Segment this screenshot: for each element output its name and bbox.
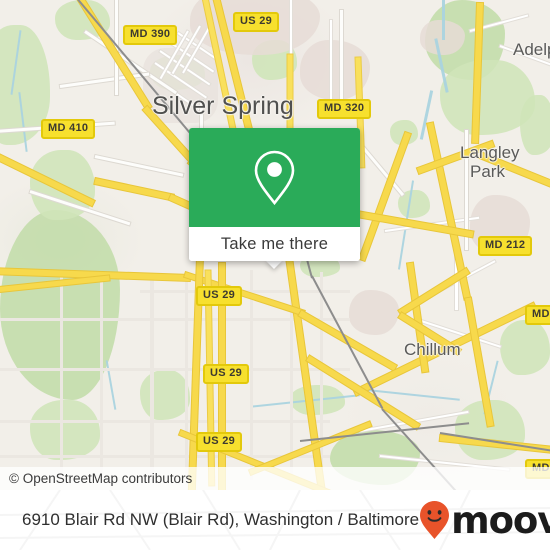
minor-road bbox=[100, 275, 103, 480]
route-shield: US 29 bbox=[233, 12, 280, 32]
route-shield: MD 212 bbox=[478, 236, 533, 256]
footer-content: 6910 Blair Rd NW (Blair Rd), Washington … bbox=[0, 490, 550, 550]
place-label: Langley bbox=[460, 143, 520, 162]
moovit-wordmark: moovit bbox=[451, 498, 550, 542]
route-shield: MD 320 bbox=[317, 99, 372, 119]
minor-road bbox=[0, 420, 330, 423]
park-area bbox=[140, 370, 190, 420]
take-me-there-button[interactable]: Take me there bbox=[189, 227, 360, 261]
moovit-smiley-pin-icon bbox=[420, 501, 450, 539]
minor-road bbox=[150, 280, 154, 480]
address-label: 6910 Blair Rd NW (Blair Rd), Washington … bbox=[22, 510, 420, 529]
minor-road bbox=[320, 272, 323, 480]
minor-road bbox=[0, 368, 350, 371]
callout-tail bbox=[265, 260, 283, 269]
minor-road bbox=[250, 270, 253, 480]
moovit-brand: moovit bbox=[419, 499, 550, 542]
minor-road bbox=[60, 275, 63, 480]
route-shield: US 29 bbox=[203, 364, 250, 384]
place-label: Chillum bbox=[404, 340, 461, 359]
route-shield: US 29 bbox=[196, 432, 243, 452]
footer-bar: 6910 Blair Rd NW (Blair Rd), Washington … bbox=[0, 490, 550, 550]
park-area bbox=[30, 400, 100, 460]
take-me-there-label: Take me there bbox=[220, 234, 329, 253]
place-label: Park bbox=[470, 162, 505, 181]
map-screen: Silver Spring Adelp LangleyPark Chillum MD … bbox=[0, 0, 550, 550]
route-shield: US 29 bbox=[196, 286, 243, 306]
place-label: Adelp bbox=[513, 40, 550, 59]
residential-area bbox=[349, 290, 399, 335]
osm-attribution: © OpenStreetMap contributors bbox=[0, 467, 550, 490]
callout-icon-area bbox=[189, 128, 360, 227]
route-shield: MD 4 bbox=[525, 305, 550, 325]
stream bbox=[442, 0, 445, 40]
route-shield: MD 390 bbox=[123, 25, 178, 45]
route-shield: MD 410 bbox=[41, 119, 96, 139]
minor-road bbox=[185, 275, 188, 480]
location-pin-icon bbox=[254, 150, 295, 206]
park-area bbox=[500, 320, 550, 375]
park-area bbox=[520, 95, 550, 155]
minor-road bbox=[330, 20, 332, 110]
location-callout-card[interactable]: Take me there bbox=[189, 128, 360, 261]
place-label: Silver Spring bbox=[152, 92, 294, 120]
